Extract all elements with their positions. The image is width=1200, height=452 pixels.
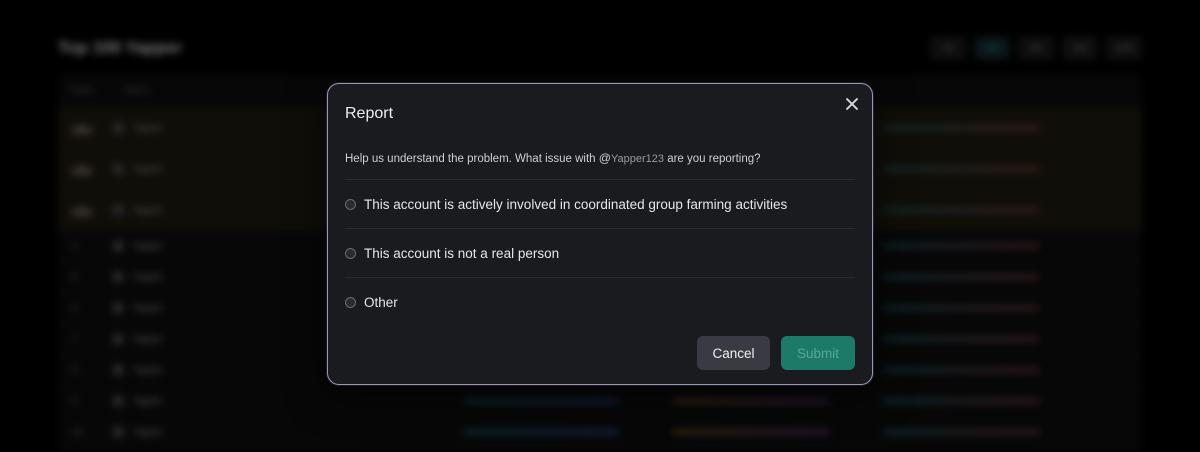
avatar (112, 302, 124, 314)
rank-cell: 9 (72, 395, 78, 407)
mindshare-bar (673, 430, 829, 434)
rank-cell: 4 (72, 240, 78, 252)
name-cell: Yapper (132, 364, 164, 376)
radio-button[interactable] (345, 296, 356, 308)
mindshare-bar (883, 126, 1039, 130)
option-label: Other (364, 294, 398, 310)
mindshare-bar (883, 399, 1039, 403)
mindshare-bar (463, 399, 619, 403)
avatar (112, 426, 124, 438)
table-row[interactable]: 10 Yapper (58, 417, 1142, 448)
rank-cell: 8 (72, 364, 78, 376)
avatar (112, 271, 124, 283)
mindshare-bar (883, 337, 1039, 341)
mindshare-bar (883, 208, 1039, 212)
radio-button[interactable] (345, 198, 356, 210)
avatar (112, 364, 124, 376)
avatar (112, 240, 124, 252)
time-filter-group: 7D 30D 3M 6M 12M (930, 36, 1142, 60)
mindshare-bar (883, 275, 1039, 279)
radio-button[interactable] (345, 247, 356, 259)
dialog-title: Report (345, 105, 394, 122)
crown-icon (72, 122, 92, 134)
filter-30d[interactable]: 30D (974, 36, 1010, 60)
filter-7d[interactable]: 7D (930, 36, 966, 60)
column-header-rank: Rank (70, 85, 94, 96)
dialog-actions: Cancel Submit (697, 336, 855, 370)
cancel-button[interactable]: Cancel (697, 336, 770, 370)
name-cell: Yapper (132, 163, 164, 175)
at-symbol: @ (598, 151, 611, 165)
submit-button[interactable]: Submit (781, 336, 855, 370)
name-cell: Yapper (132, 240, 164, 252)
avatar (112, 122, 124, 134)
rank-cell: 7 (72, 333, 78, 345)
description-suffix: are you reporting? (667, 153, 761, 165)
filter-6m[interactable]: 6M (1062, 36, 1098, 60)
name-cell: Yapper (132, 122, 164, 134)
avatar (112, 333, 124, 345)
report-options: This account is actively involved in coo… (345, 179, 855, 326)
rank-cell: 6 (72, 302, 78, 314)
filter-12m[interactable]: 12M (1106, 36, 1142, 60)
crown-icon (72, 163, 92, 175)
page-title: Top 100 Yapper (58, 38, 183, 57)
option-label: This account is not a real person (364, 245, 560, 261)
crown-icon (72, 204, 92, 216)
name-cell: Yapper (132, 333, 164, 345)
mindshare-bar (673, 399, 829, 403)
close-icon[interactable] (844, 96, 860, 112)
avatar (112, 163, 124, 175)
mindshare-bar (883, 430, 1039, 434)
filter-3m[interactable]: 3M (1018, 36, 1054, 60)
mindshare-bar (463, 430, 619, 434)
table-row[interactable]: 9 Yapper (58, 386, 1142, 417)
name-cell: Yapper (132, 395, 164, 407)
mindshare-bar (883, 368, 1039, 372)
report-option-group-farming[interactable]: This account is actively involved in coo… (345, 179, 855, 228)
name-cell: Yapper (132, 302, 164, 314)
report-option-other[interactable]: Other (345, 277, 855, 326)
mindshare-bar (883, 244, 1039, 248)
mindshare-bar (883, 306, 1039, 310)
rank-cell: 10 (72, 426, 84, 438)
description-prefix: Help us understand the problem. What iss… (345, 153, 596, 165)
dialog-description: Help us understand the problem. What iss… (345, 151, 761, 165)
mindshare-bar (883, 167, 1039, 171)
name-cell: Yapper (132, 426, 164, 438)
option-label: This account is actively involved in coo… (364, 196, 788, 212)
column-header-name: Name (123, 85, 151, 96)
name-cell: Yapper (132, 271, 164, 283)
avatar (112, 395, 124, 407)
name-cell: Yapper (132, 204, 164, 216)
report-option-not-real-person[interactable]: This account is not a real person (345, 228, 855, 277)
report-dialog: Report Help us understand the problem. W… (327, 83, 873, 385)
rank-cell: 5 (72, 271, 78, 283)
reported-username: Yapper123 (610, 153, 664, 165)
avatar (112, 204, 124, 216)
